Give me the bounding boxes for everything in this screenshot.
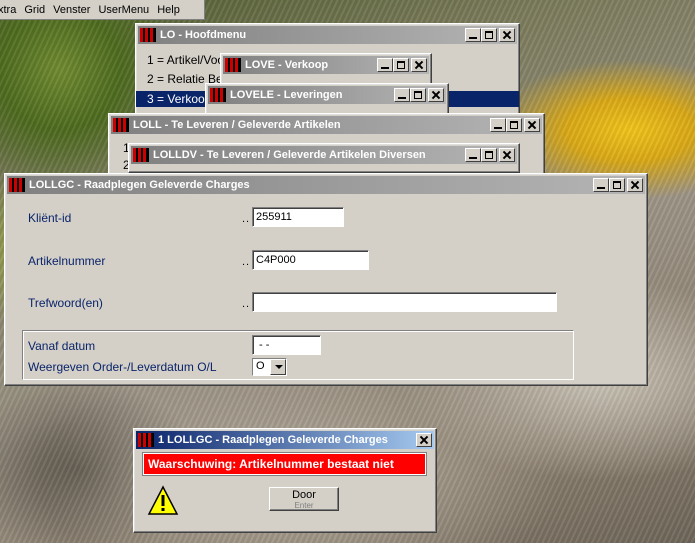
maximize-icon — [485, 31, 493, 39]
trefwoord-dots: .. — [242, 298, 251, 310]
app-logo-icon — [138, 433, 154, 447]
window-title: LOVE - Verkoop — [245, 59, 329, 71]
app-logo-icon — [9, 178, 25, 192]
weergeven-label: Weergeven Order-/Leverdatum O/L — [28, 360, 217, 374]
chevron-down-icon[interactable] — [270, 359, 286, 375]
menu-help[interactable]: Help — [153, 0, 184, 20]
dialog-title: 1 LOLLGC - Raadplegen Geleverde Charges — [158, 434, 388, 446]
menubar: xtra Grid Venster UserMenu Help — [0, 0, 205, 20]
app-logo-icon — [210, 88, 226, 102]
maximize-icon — [613, 181, 621, 189]
close-button[interactable] — [499, 148, 515, 162]
app-logo-icon — [113, 118, 129, 132]
window-lollgc[interactable]: LOLLGC - Raadplegen Geleverde Charges Kl… — [4, 173, 648, 386]
menu-usermenu[interactable]: UserMenu — [94, 0, 153, 20]
warning-icon — [147, 485, 179, 515]
minimize-icon — [469, 31, 477, 39]
close-button[interactable] — [428, 88, 444, 102]
artikel-dots: .. — [242, 256, 251, 268]
window-lolldv[interactable]: LOLLDV - Te Leveren / Geleverde Artikele… — [128, 143, 520, 173]
window-title: LOLLGC - Raadplegen Geleverde Charges — [29, 179, 250, 191]
titlebar-lolldv[interactable]: LOLLDV - Te Leveren / Geleverde Artikele… — [131, 146, 517, 164]
maximize-button[interactable] — [410, 88, 426, 102]
minimize-button[interactable] — [490, 118, 506, 132]
close-button[interactable] — [627, 178, 643, 192]
artikel-label: Artikelnummer — [28, 254, 106, 268]
klient-dots: .. — [242, 213, 251, 225]
minimize-icon — [597, 181, 605, 189]
close-icon — [420, 436, 428, 444]
close-icon — [631, 181, 639, 189]
klient-id-field[interactable] — [252, 207, 344, 227]
maximize-button[interactable] — [609, 178, 625, 192]
close-button[interactable] — [416, 433, 432, 447]
trefwoord-label: Trefwoord(en) — [28, 296, 103, 310]
minimize-icon — [469, 151, 477, 159]
titlebar-leveringen[interactable]: LOVELE - Leveringen — [208, 86, 446, 104]
maximize-button[interactable] — [481, 28, 497, 42]
menu-grid[interactable]: Grid — [20, 0, 49, 20]
window-title: LOLL - Te Leveren / Geleverde Artikelen — [133, 119, 341, 131]
minimize-icon — [381, 61, 389, 69]
klient-label: Kliënt-id — [28, 211, 72, 225]
vanaf-datum-field[interactable] — [252, 335, 321, 355]
maximize-button[interactable] — [506, 118, 522, 132]
minimize-icon — [398, 91, 406, 99]
warning-dialog[interactable]: 1 LOLLGC - Raadplegen Geleverde Charges … — [133, 428, 437, 533]
titlebar-verkoop[interactable]: LOVE - Verkoop — [223, 56, 429, 74]
menu-item-artikel[interactable]: 1 = Artikel/Voo — [136, 52, 224, 68]
titlebar-lollgc[interactable]: LOLLGC - Raadplegen Geleverde Charges — [7, 176, 645, 194]
maximize-icon — [510, 121, 518, 129]
maximize-button[interactable] — [481, 148, 497, 162]
close-button[interactable] — [411, 58, 427, 72]
titlebar-hoofdmenu[interactable]: LO - Hoofdmenu — [138, 26, 517, 44]
maximize-button[interactable] — [393, 58, 409, 72]
minimize-icon — [494, 121, 502, 129]
door-button-label: Door — [292, 489, 316, 501]
minimize-button[interactable] — [593, 178, 609, 192]
close-icon — [432, 91, 440, 99]
titlebar-loll[interactable]: LOLL - Te Leveren / Geleverde Artikelen — [111, 116, 542, 134]
maximize-icon — [414, 91, 422, 99]
maximize-icon — [397, 61, 405, 69]
close-button[interactable] — [499, 28, 515, 42]
weergeven-select[interactable]: O — [252, 358, 287, 376]
titlebar-dialog[interactable]: 1 LOLLGC - Raadplegen Geleverde Charges — [136, 431, 434, 449]
window-title: LOVELE - Leveringen — [230, 89, 343, 101]
warning-message: Waarschuwing: Artikelnummer bestaat niet — [143, 453, 426, 475]
window-title: LO - Hoofdmenu — [160, 29, 247, 41]
window-title: LOLLDV - Te Leveren / Geleverde Artikele… — [153, 149, 426, 161]
artikelnummer-field[interactable] — [252, 250, 369, 270]
app-logo-icon — [225, 58, 241, 72]
vanaf-label: Vanaf datum — [28, 339, 96, 353]
close-icon — [415, 61, 423, 69]
menu-extra[interactable]: xtra — [0, 0, 20, 20]
close-icon — [503, 151, 511, 159]
minimize-button[interactable] — [394, 88, 410, 102]
minimize-button[interactable] — [377, 58, 393, 72]
menu-venster[interactable]: Venster — [49, 0, 94, 20]
trefwoord-field[interactable] — [252, 292, 557, 312]
close-icon — [503, 31, 511, 39]
app-logo-icon — [140, 28, 156, 42]
close-icon — [528, 121, 536, 129]
minimize-button[interactable] — [465, 28, 481, 42]
app-logo-icon — [133, 148, 149, 162]
maximize-icon — [485, 151, 493, 159]
close-button[interactable] — [524, 118, 540, 132]
door-button-hint: Enter — [294, 501, 314, 510]
weergeven-value: O — [256, 360, 265, 372]
door-button[interactable]: Door Enter — [269, 487, 339, 511]
minimize-button[interactable] — [465, 148, 481, 162]
